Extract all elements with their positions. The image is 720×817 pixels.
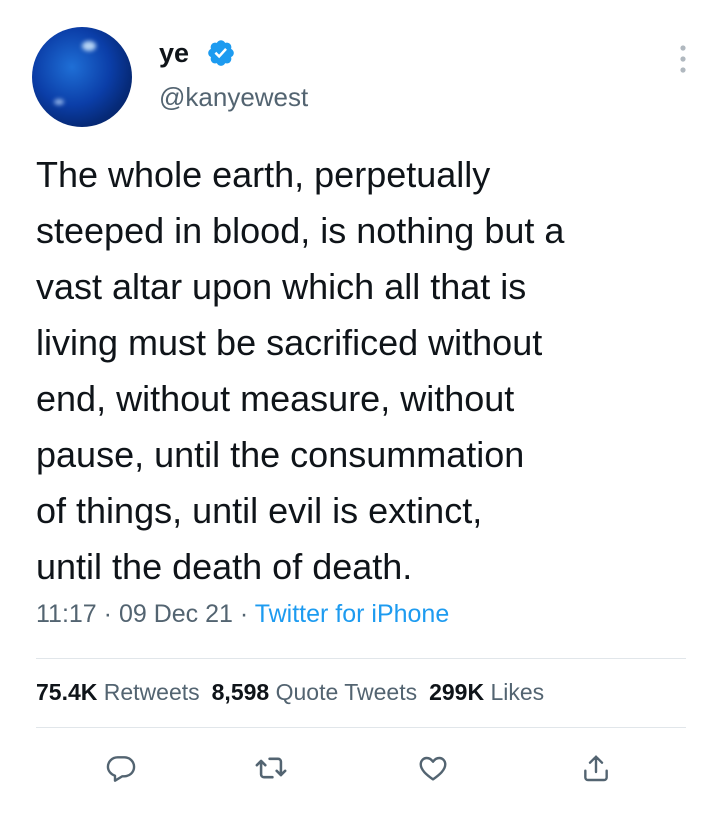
quote-tweets-label: Quote Tweets [275,679,418,705]
meta-separator: · [239,600,249,628]
verified-badge-icon [208,40,234,66]
tweet-text-line: pause, until the consummation [36,434,525,475]
tweet-card: ye @kanyewest The whole earth, perpetual… [0,0,720,817]
tweet-source-link[interactable]: Twitter for iPhone [255,600,450,628]
like-button[interactable] [413,748,453,788]
reply-icon [106,756,136,782]
avatar-highlight [82,41,96,51]
tweet-text-line: until the death of death. [36,546,413,587]
share-button[interactable] [576,748,616,788]
like-icon [419,756,447,781]
tweet-text-line: of things, until evil is extinct, [36,490,483,531]
quote-tweets-count: 8,598 [211,679,270,705]
divider [36,658,686,659]
meta-separator: · [103,600,112,628]
tweet-meta: 11:17 · 09 Dec 21 · Twitter for iPhone [36,598,449,630]
avatar[interactable] [32,27,132,127]
engagement-stats: 75.4K Retweets 8,598 Quote Tweets 299K Lik… [36,677,556,707]
tweet-text: The whole earth, perpetually steeped in … [36,147,706,595]
tweet-text-line: steeped in blood, is nothing but a [36,210,565,251]
share-icon [584,755,608,782]
more-options-icon[interactable] [676,42,690,76]
likes-count: 299K [429,679,485,705]
tweet-date[interactable]: 09 Dec 21 [119,600,233,628]
display-name[interactable]: ye [159,37,189,69]
retweets-stat[interactable]: 75.4K Retweets [36,679,200,705]
retweets-count: 75.4K [36,679,98,705]
likes-label: Likes [490,679,545,705]
tweet-text-line: living must be sacrificed without [36,322,543,363]
retweets-label: Retweets [103,679,200,705]
divider [36,727,686,728]
user-handle[interactable]: @kanyewest [159,81,308,113]
quote-tweets-stat[interactable]: 8,598 Quote Tweets [212,679,417,705]
tweet-text-line: end, without measure, without [36,378,515,419]
tweet-time[interactable]: 11:17 [36,600,97,628]
likes-stat[interactable]: 299K Likes [429,679,544,705]
tweet-text-line: vast altar upon which all that is [36,266,527,307]
avatar-highlight [54,99,64,105]
tweet-text-line: The whole earth, perpetually [36,154,491,195]
reply-button[interactable] [101,748,141,788]
retweet-button[interactable] [251,748,291,788]
retweet-icon [255,757,287,779]
